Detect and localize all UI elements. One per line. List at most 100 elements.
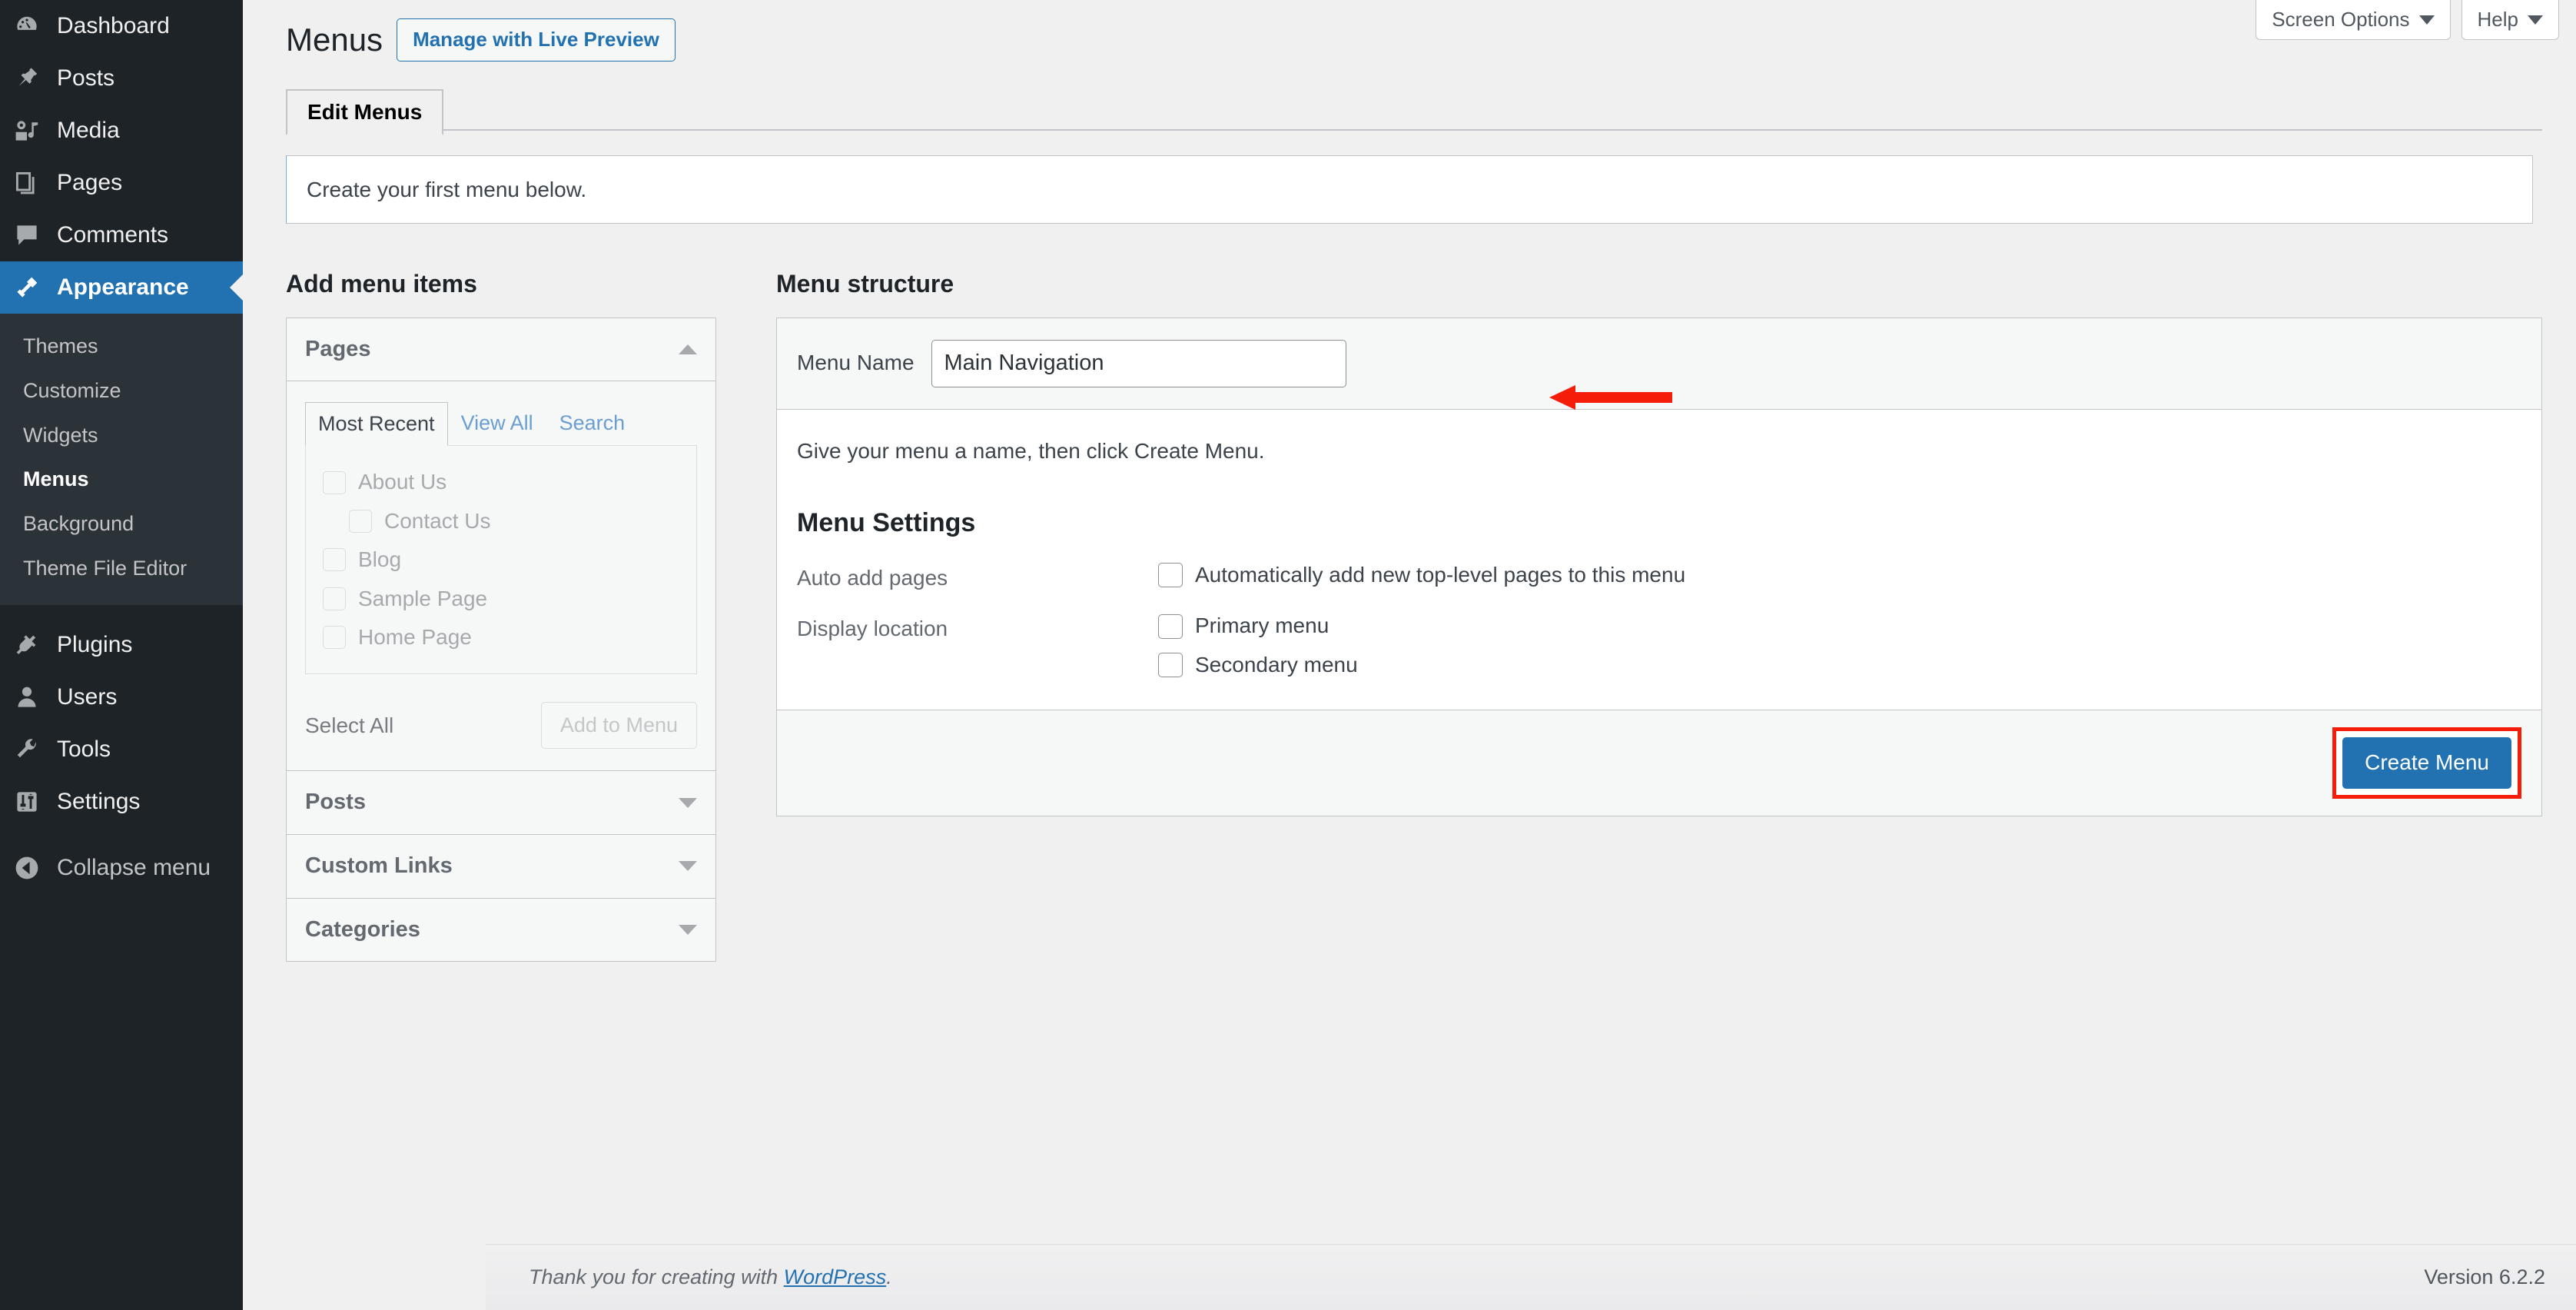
main-content: Screen Options Help Menus Manage with Li… [243,0,2576,1310]
accordion-body-pages: Most Recent View All Search About Us [287,381,715,771]
auto-add-pages-option-label: Automatically add new top-level pages to… [1195,561,1685,589]
create-menu-button[interactable]: Create Menu [2342,737,2511,788]
sidebar-item-appearance[interactable]: Appearance [0,261,243,314]
manage-with-live-preview-button[interactable]: Manage with Live Preview [397,18,676,62]
content-wrap: Menus Manage with Live Preview Edit Menu… [243,0,2576,962]
display-location-option-secondary[interactable]: Secondary menu [1158,651,2521,679]
chevron-down-icon[interactable] [679,798,697,808]
auto-add-pages-options: Automatically add new top-level pages to… [1158,561,2521,600]
submenu-item-themes[interactable]: Themes [0,324,243,369]
collapse-menu-label: Collapse menu [57,855,211,881]
accordion-title: Pages [305,335,370,364]
wordpress-link[interactable]: WordPress [784,1265,887,1288]
checkbox-about-us[interactable] [323,471,346,494]
checkbox-auto-add-pages[interactable] [1158,563,1183,587]
auto-add-pages-option[interactable]: Automatically add new top-level pages to… [1158,561,2521,589]
collapse-menu-button[interactable]: Collapse menu [0,842,243,894]
checkbox-sample-page[interactable] [323,587,346,610]
checkbox-blog[interactable] [323,548,346,571]
admin-footer: Thank you for creating with WordPress. V… [486,1244,2576,1310]
menu-name-row: Menu Name [777,318,2541,410]
accordion-header-pages[interactable]: Pages [287,318,715,382]
list-item[interactable]: About Us [323,463,679,501]
sidebar-item-pages[interactable]: Pages [0,157,243,209]
help-label: Help [2478,7,2518,33]
collapse-left-icon [11,852,43,884]
chevron-up-icon[interactable] [679,344,697,354]
sidebar-item-label: Posts [57,65,115,91]
user-icon [11,681,43,713]
chevron-down-icon[interactable] [679,925,697,935]
accordion-header-categories[interactable]: Categories [287,899,715,962]
menu-name-label: Menu Name [797,349,915,377]
sidebar-item-tools[interactable]: Tools [0,723,243,776]
menu-settings-heading: Menu Settings [797,506,2521,540]
appearance-submenu: Themes Customize Widgets Menus Backgroun… [0,314,243,605]
list-item[interactable]: Sample Page [323,580,679,618]
checkbox-home-page[interactable] [323,626,346,649]
checkbox-primary-menu[interactable] [1158,614,1183,639]
tab-view-all[interactable]: View All [448,401,546,445]
chevron-down-icon [2528,15,2543,25]
pages-source-tabs: Most Recent View All Search [305,401,697,445]
checkbox-secondary-menu[interactable] [1158,653,1183,677]
accordion-title: Categories [305,916,420,945]
sidebar-item-posts[interactable]: Posts [0,52,243,105]
dashboard-icon [11,10,43,42]
sliders-icon [11,786,43,818]
footer-thanks-prefix: Thank you for creating with [529,1265,784,1288]
notice-create-first-menu: Create your first menu below. [286,155,2533,224]
footer-thanks-suffix: . [886,1265,892,1288]
sidebar-item-label: Plugins [57,632,132,658]
add-menu-items-heading: Add menu items [286,268,747,301]
list-item[interactable]: Blog [323,540,679,579]
menu-name-input[interactable] [931,340,1346,387]
menu-structure-hint: Give your menu a name, then click Create… [797,436,2521,466]
submenu-item-background[interactable]: Background [0,502,243,547]
tab-most-recent[interactable]: Most Recent [305,402,448,446]
notice-text: Create your first menu below. [307,178,586,201]
brush-icon [11,271,43,304]
submenu-item-customize[interactable]: Customize [0,369,243,414]
menu-structure-panel: Menu Name Give your menu a name, then cl… [776,318,2542,816]
add-to-menu-button[interactable]: Add to Menu [541,702,697,749]
submenu-item-menus[interactable]: Menus [0,457,243,502]
tab-search[interactable]: Search [546,401,639,445]
pages-icon [11,167,43,199]
list-item[interactable]: Home Page [323,618,679,657]
list-item[interactable]: Contact Us [323,502,679,540]
sidebar-item-comments[interactable]: Comments [0,209,243,261]
menus-columns: Add menu items Pages Most Recent View Al… [277,268,2542,962]
submenu-item-widgets[interactable]: Widgets [0,414,243,458]
accordion-header-posts[interactable]: Posts [287,771,715,835]
page-header: Menus Manage with Live Preview [277,0,2542,62]
sidebar-item-label: Appearance [57,274,189,301]
menu-structure-body: Give your menu a name, then click Create… [777,410,2541,710]
help-button[interactable]: Help [2461,0,2559,40]
screen-meta-links: Screen Options Help [2256,0,2559,40]
sidebar-item-settings[interactable]: Settings [0,776,243,828]
menu-structure-column: Menu structure Menu Name Give your menu … [776,268,2542,962]
sidebar-item-users[interactable]: Users [0,671,243,723]
pin-icon [11,62,43,95]
sidebar-item-label: Media [57,118,120,144]
select-all-link[interactable]: Select All [305,712,393,740]
sidebar-item-media[interactable]: Media [0,105,243,157]
accordion-header-custom-links[interactable]: Custom Links [287,835,715,899]
accordion-title: Posts [305,788,366,817]
tab-edit-menus[interactable]: Edit Menus [286,89,443,135]
sidebar-separator [0,605,243,619]
media-icon [11,115,43,147]
sidebar-item-plugins[interactable]: Plugins [0,619,243,671]
pages-list-actions: Select All Add to Menu [305,702,697,749]
submenu-item-theme-file-editor[interactable]: Theme File Editor [0,547,243,591]
chevron-down-icon[interactable] [679,861,697,871]
display-location-option-primary[interactable]: Primary menu [1158,612,2521,640]
display-location-row: Display location Primary menu Secondary … [797,612,2521,690]
auto-add-pages-row: Auto add pages Automatically add new top… [797,561,2521,600]
display-location-options: Primary menu Secondary menu [1158,612,2521,690]
screen-options-button[interactable]: Screen Options [2256,0,2450,40]
list-item-label: Sample Page [358,585,487,613]
checkbox-contact-us[interactable] [349,510,372,533]
sidebar-item-dashboard[interactable]: Dashboard [0,0,243,52]
